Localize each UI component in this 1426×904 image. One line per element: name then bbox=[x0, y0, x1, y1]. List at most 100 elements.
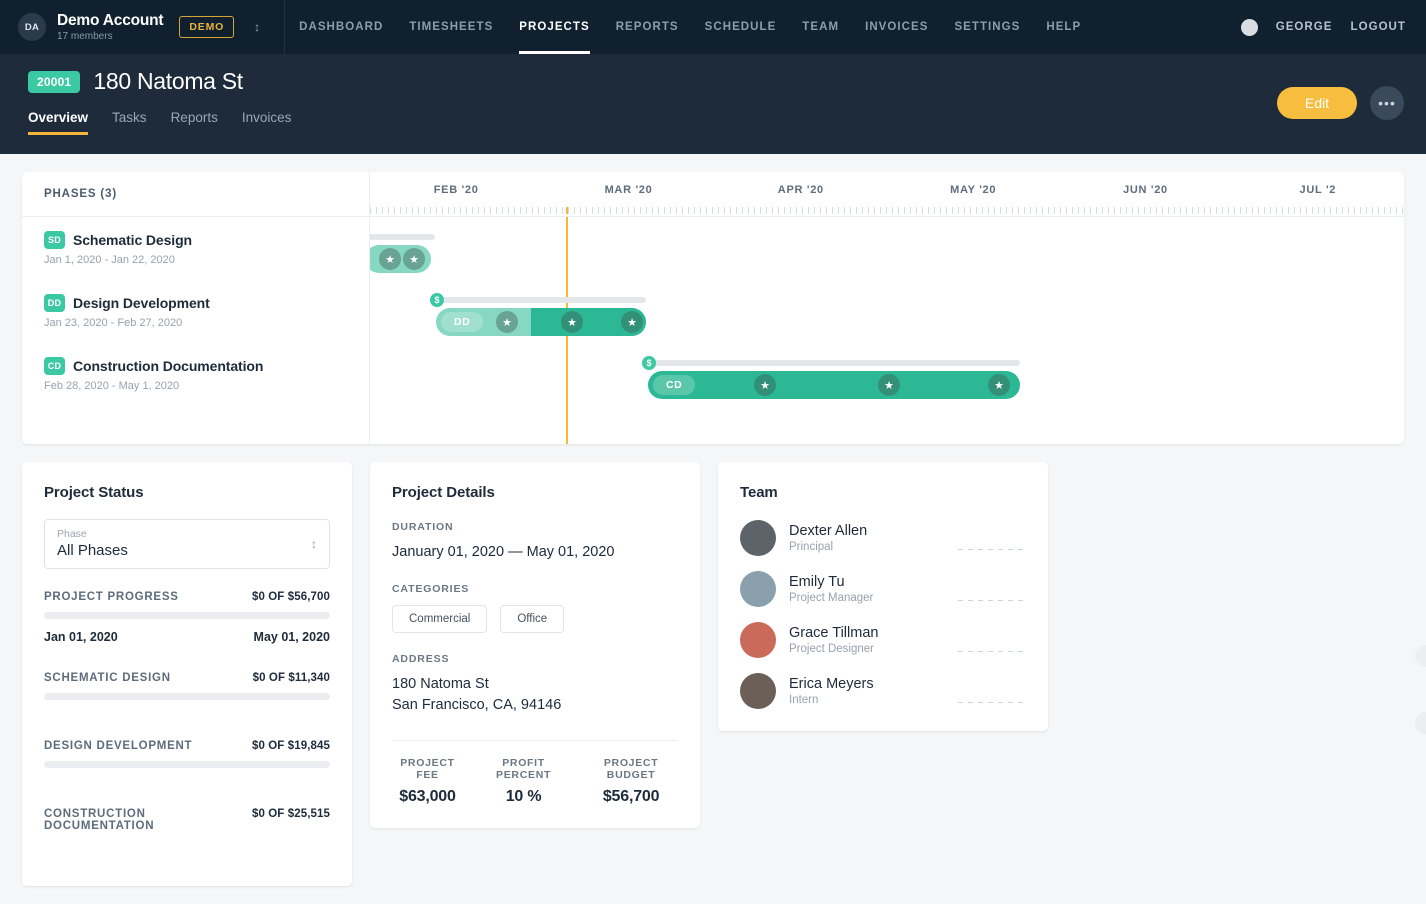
tab-invoices[interactable]: Invoices bbox=[242, 110, 292, 135]
avatar bbox=[740, 520, 776, 556]
milestone-star-icon[interactable]: ★ bbox=[561, 311, 583, 333]
team-member-dexter-allen[interactable]: Dexter Allen Principal bbox=[740, 520, 1026, 556]
phase-select-value: All Phases bbox=[57, 542, 128, 559]
progress-label: PROJECT PROGRESS bbox=[44, 591, 179, 603]
nav-link-schedule[interactable]: SCHEDULE bbox=[705, 0, 777, 54]
avatar bbox=[740, 571, 776, 607]
team-panel: Team Dexter Allen Principal Emily Tu Pro… bbox=[718, 462, 1048, 731]
progress-construction-documentation: CONSTRUCTION DOCUMENTATION $0 OF $25,515 bbox=[44, 808, 330, 832]
nav-link-dashboard[interactable]: DASHBOARD bbox=[299, 0, 383, 54]
team-member-grace-tillman[interactable]: Grace Tillman Project Designer bbox=[740, 622, 1026, 658]
milestone-star-icon[interactable]: ★ bbox=[496, 311, 518, 333]
team-member-placeholder-line bbox=[958, 651, 1026, 652]
tab-reports[interactable]: Reports bbox=[171, 110, 218, 135]
phase-budget-track bbox=[370, 234, 435, 240]
duration-label: DURATION bbox=[392, 521, 454, 533]
nav-link-timesheets[interactable]: TIMESHEETS bbox=[409, 0, 493, 54]
team-member-role: Principal bbox=[789, 541, 834, 553]
phase-budget-track bbox=[648, 360, 1020, 366]
nav-link-reports[interactable]: REPORTS bbox=[616, 0, 679, 54]
gantt-row-design-development: $ DD ★ ★ ★ bbox=[370, 293, 1404, 357]
edit-button[interactable]: Edit bbox=[1276, 87, 1357, 119]
phase-name: Design Development bbox=[73, 295, 210, 311]
nav-link-help[interactable]: HELP bbox=[1046, 0, 1081, 54]
nav-link-settings[interactable]: SETTINGS bbox=[954, 0, 1020, 54]
avatar bbox=[740, 622, 776, 658]
gantt-bar-design-development[interactable]: DD ★ ★ ★ bbox=[436, 308, 646, 336]
budget-dollar-icon[interactable]: $ bbox=[642, 356, 656, 370]
team-member-emily-tu[interactable]: Emily Tu Project Manager bbox=[740, 571, 1026, 607]
milestone-star-icon[interactable]: ★ bbox=[379, 248, 401, 270]
phase-item-construction-documentation[interactable]: CD Construction Documentation Feb 28, 20… bbox=[22, 357, 369, 420]
team-member-name: Erica Meyers bbox=[789, 676, 874, 692]
category-chip-commercial: Commercial bbox=[392, 605, 488, 634]
nav-link-projects[interactable]: PROJECTS bbox=[519, 0, 591, 54]
top-navigation-bar: DA Demo Account 17 members DEMO ↕ DASHBO… bbox=[0, 0, 1426, 54]
avatar bbox=[740, 673, 776, 709]
gantt-phase-list: PHASES (3) SD Schematic Design Jan 1, 20… bbox=[22, 172, 370, 444]
address-line-1: 180 Natoma St bbox=[392, 676, 489, 693]
tab-overview[interactable]: Overview bbox=[28, 110, 89, 135]
account-switcher[interactable]: DA Demo Account 17 members DEMO ↕ bbox=[18, 12, 278, 42]
chevron-updown-icon[interactable]: ↕ bbox=[311, 537, 317, 551]
team-member-text: Erica Meyers Intern bbox=[789, 676, 874, 706]
timeline-months: FEB '20 MAR '20 APR '20 MAY '20 JUN '20 … bbox=[370, 172, 1404, 204]
address-value: 180 Natoma St San Francisco, CA, 94146 bbox=[392, 674, 678, 716]
team-member-role: Project Manager bbox=[789, 592, 874, 604]
month-label: JUL '2 bbox=[1299, 184, 1337, 196]
gantt-bar-construction-documentation[interactable]: CD ★ ★ ★ bbox=[648, 371, 1020, 399]
month-label: JUN '20 bbox=[1123, 184, 1168, 196]
timeline-ticks bbox=[370, 204, 1404, 217]
account-text: Demo Account 17 members bbox=[57, 12, 164, 42]
progress-end-date: May 01, 2020 bbox=[253, 630, 330, 644]
nav-divider bbox=[284, 0, 286, 54]
team-title: Team bbox=[740, 484, 778, 501]
financial-value: 10 % bbox=[505, 788, 542, 806]
nav-link-invoices[interactable]: INVOICES bbox=[865, 0, 928, 54]
phase-title-row: DD Design Development bbox=[44, 294, 369, 312]
user-avatar-icon[interactable] bbox=[1240, 18, 1258, 36]
financial-value: $56,700 bbox=[602, 788, 660, 806]
gantt-phases-header: PHASES (3) bbox=[22, 172, 369, 217]
team-member-placeholder-line bbox=[958, 702, 1026, 703]
duration-value: January 01, 2020 — May 01, 2020 bbox=[392, 544, 615, 560]
today-tick-marker bbox=[566, 207, 568, 214]
nav-user-name[interactable]: GEORGE bbox=[1276, 21, 1333, 33]
milestone-star-icon[interactable]: ★ bbox=[621, 311, 643, 333]
nav-link-team[interactable]: TEAM bbox=[802, 0, 839, 54]
phase-select[interactable]: Phase All Phases ↕ bbox=[44, 519, 330, 569]
progress-label: DESIGN DEVELOPMENT bbox=[44, 740, 193, 752]
team-member-erica-meyers[interactable]: Erica Meyers Intern bbox=[740, 673, 1026, 709]
team-member-name: Dexter Allen bbox=[789, 523, 868, 539]
account-avatar: DA bbox=[18, 13, 46, 41]
phase-title-row: CD Construction Documentation bbox=[44, 357, 369, 375]
budget-dollar-icon[interactable]: $ bbox=[430, 293, 444, 307]
address-line-2: San Francisco, CA, 94146 bbox=[392, 697, 562, 714]
phases-count-label: PHASES (3) bbox=[44, 188, 118, 200]
phase-item-design-development[interactable]: DD Design Development Jan 23, 2020 - Feb… bbox=[22, 294, 369, 357]
financial-project-fee: PROJECT FEE $63,000 bbox=[392, 757, 463, 806]
milestone-star-icon[interactable]: ★ bbox=[988, 374, 1010, 396]
chevron-updown-icon[interactable]: ↕ bbox=[254, 21, 260, 33]
gantt-bar-schematic-design[interactable]: ★ ★ bbox=[370, 245, 431, 273]
progress-schematic-design: SCHEMATIC DESIGN $0 OF $11,340 bbox=[44, 672, 330, 700]
account-members-count: 17 members bbox=[57, 30, 113, 42]
phase-budget-track bbox=[436, 297, 646, 303]
milestone-star-icon[interactable]: ★ bbox=[878, 374, 900, 396]
phase-dates: Feb 28, 2020 - May 1, 2020 bbox=[44, 380, 180, 392]
progress-bar bbox=[44, 761, 330, 768]
more-options-icon[interactable]: ••• bbox=[1370, 86, 1404, 120]
progress-label: CONSTRUCTION DOCUMENTATION bbox=[44, 808, 155, 832]
phase-item-schematic-design[interactable]: SD Schematic Design Jan 1, 2020 - Jan 22… bbox=[22, 231, 369, 294]
financial-key: PROFIT PERCENT bbox=[496, 757, 552, 782]
tab-tasks[interactable]: Tasks bbox=[112, 110, 147, 135]
edge-decoration-circle bbox=[1415, 645, 1426, 667]
phase-dates: Jan 1, 2020 - Jan 22, 2020 bbox=[44, 254, 175, 266]
project-tabs: Overview Tasks Reports Invoices bbox=[28, 110, 1406, 135]
project-header: 20001 180 Natoma St Overview Tasks Repor… bbox=[0, 54, 1426, 154]
milestone-star-icon[interactable]: ★ bbox=[754, 374, 776, 396]
milestone-star-icon[interactable]: ★ bbox=[403, 248, 425, 270]
financial-project-budget: PROJECT BUDGET $56,700 bbox=[584, 757, 678, 806]
logout-button[interactable]: LOGOUT bbox=[1351, 21, 1407, 33]
info-panels: Project Status Phase All Phases ↕ PROJEC… bbox=[22, 462, 1404, 886]
